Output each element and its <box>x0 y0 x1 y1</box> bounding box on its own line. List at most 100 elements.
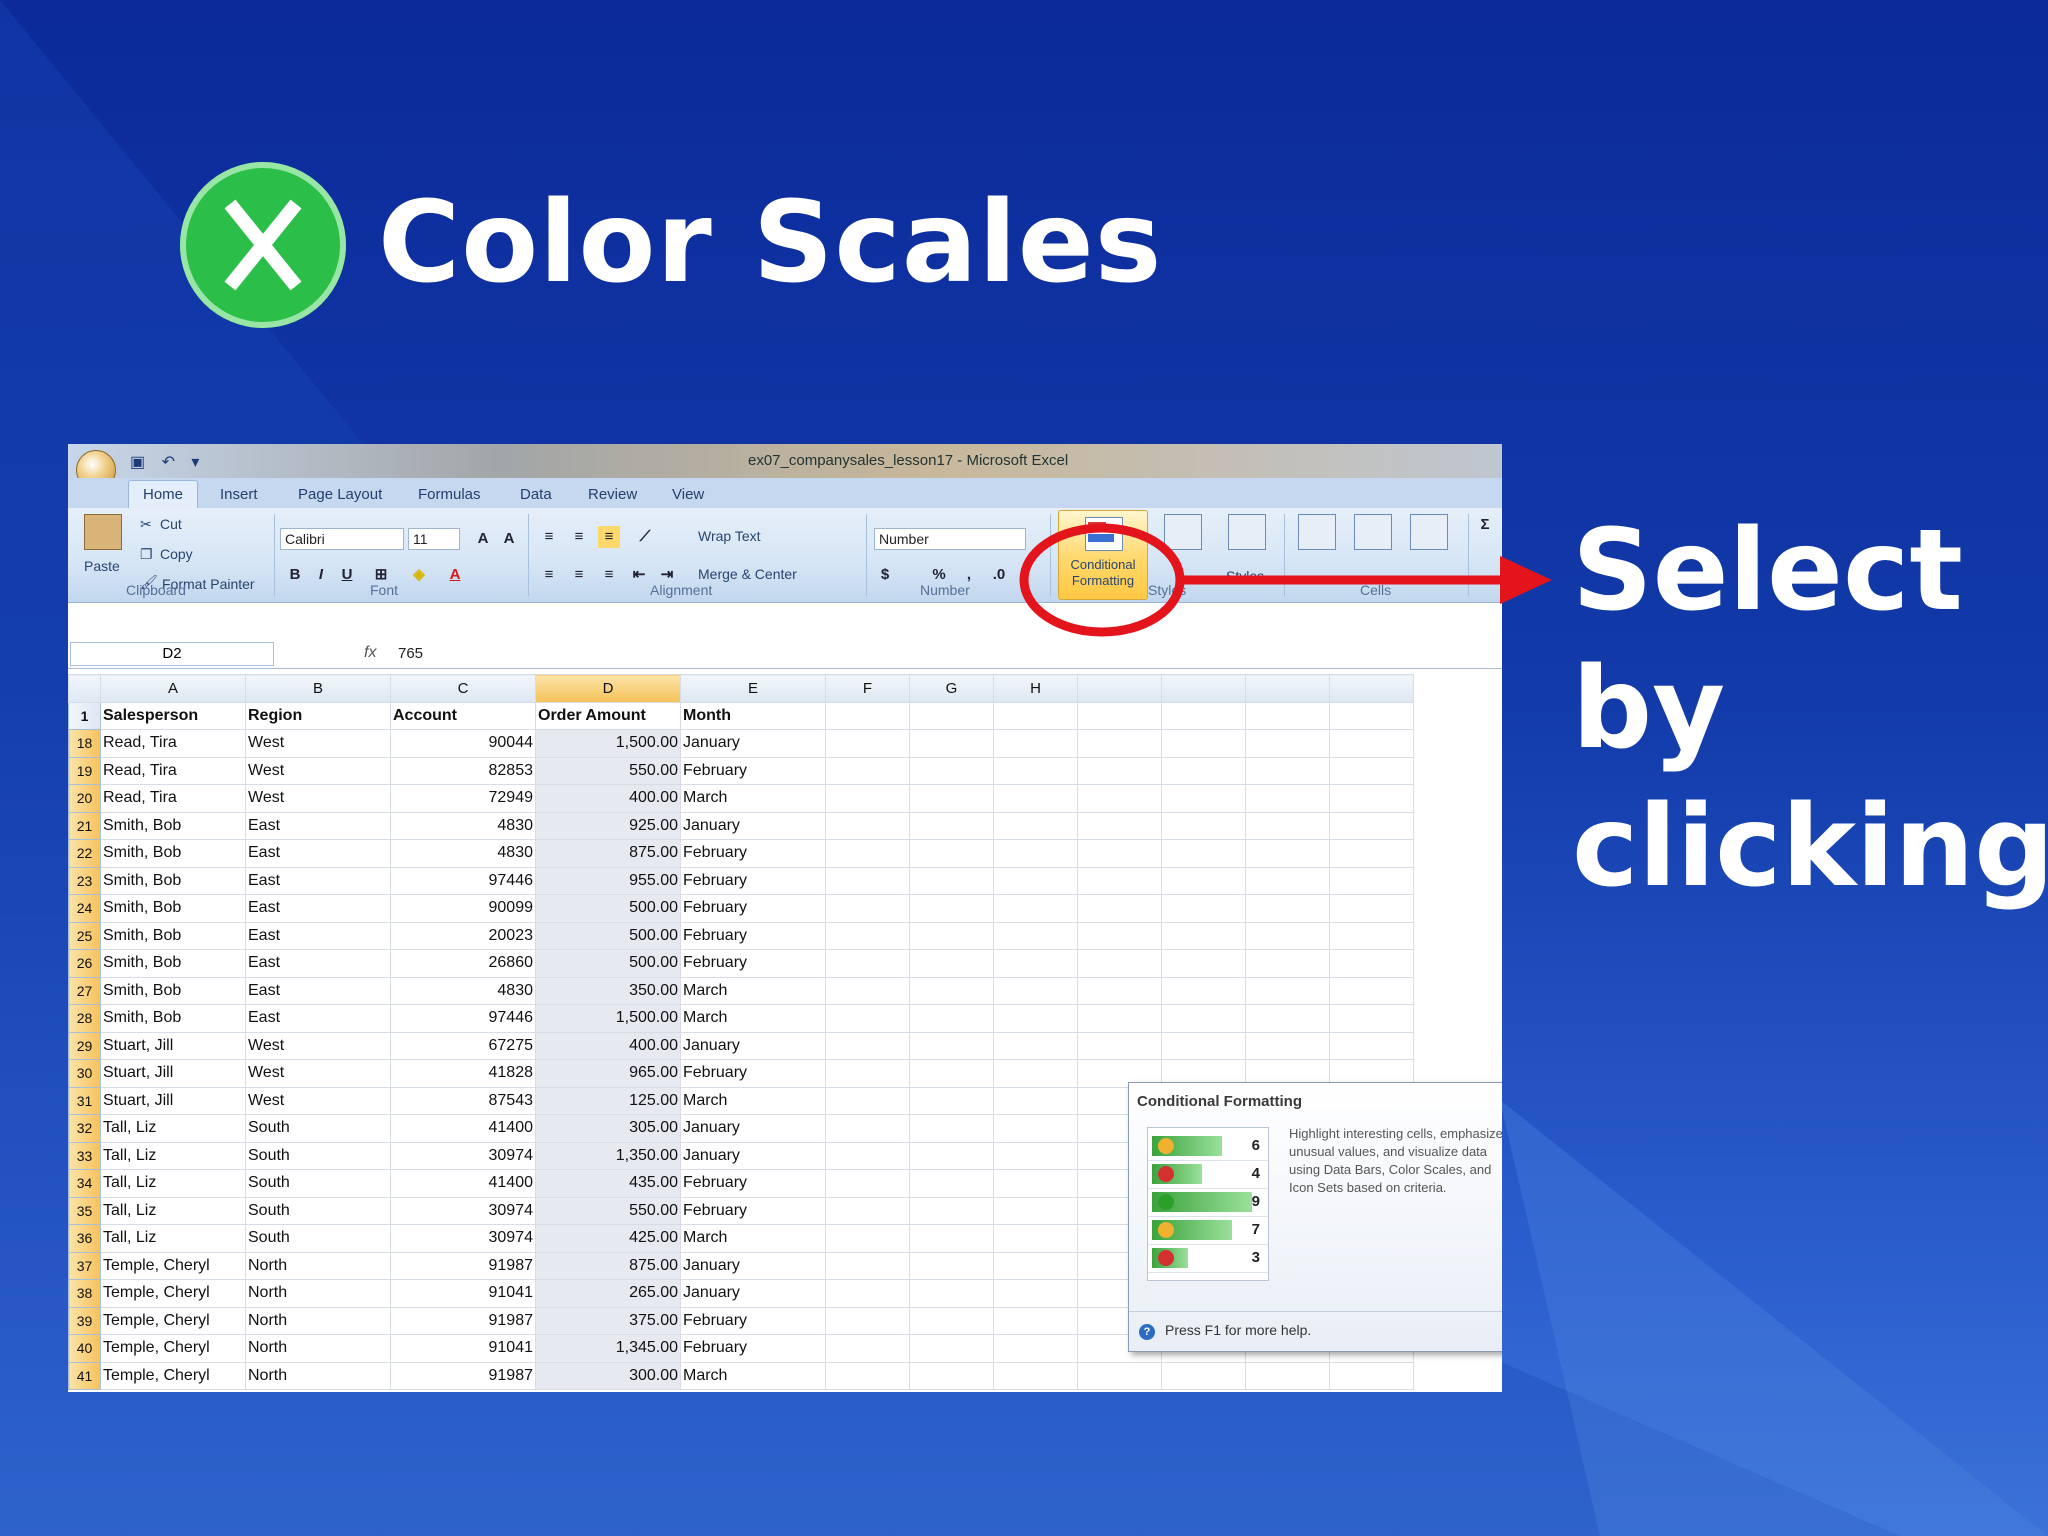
empty-cell[interactable] <box>1329 784 1414 813</box>
table-cell[interactable]: East <box>245 921 391 950</box>
conditional-formatting-button[interactable]: Conditional Formatting <box>1058 510 1148 600</box>
empty-cell[interactable] <box>1161 839 1246 868</box>
table-cell[interactable]: Read, Tira <box>100 729 246 758</box>
table-cell[interactable]: 305.00 <box>535 1114 681 1143</box>
empty-cell[interactable] <box>909 756 994 785</box>
table-cell[interactable]: Smith, Bob <box>100 894 246 923</box>
table-cell[interactable]: January <box>680 1279 826 1308</box>
table-cell[interactable]: Smith, Bob <box>100 839 246 868</box>
empty-cell[interactable] <box>993 1004 1078 1033</box>
table-cell[interactable]: 125.00 <box>535 1086 681 1115</box>
grow-font-icon[interactable]: A <box>472 528 494 550</box>
align-left-icon[interactable]: ≡ <box>538 564 560 586</box>
header-cell[interactable]: Order Amount <box>535 701 681 730</box>
empty-cell[interactable] <box>909 894 994 923</box>
empty-cell[interactable] <box>909 866 994 895</box>
table-cell[interactable]: February <box>680 1334 826 1363</box>
table-cell[interactable]: January <box>680 1031 826 1060</box>
tab-formulas[interactable]: Formulas <box>418 486 481 503</box>
table-cell[interactable]: Smith, Bob <box>100 921 246 950</box>
empty-cell[interactable] <box>1161 866 1246 895</box>
empty-cell[interactable] <box>993 1334 1078 1363</box>
empty-cell[interactable] <box>909 921 994 950</box>
empty-cell[interactable] <box>825 866 910 895</box>
empty-cell[interactable] <box>993 866 1078 895</box>
cell-styles-button[interactable]: Styles <box>1226 568 1264 584</box>
empty-cell[interactable] <box>1161 976 1246 1005</box>
empty-cell[interactable] <box>1245 949 1330 978</box>
row-header[interactable]: 41 <box>68 1361 101 1390</box>
empty-cell[interactable] <box>993 1114 1078 1143</box>
tab-home[interactable]: Home <box>128 480 199 508</box>
table-cell[interactable]: February <box>680 1306 826 1335</box>
formula-input[interactable]: 765 <box>398 645 423 662</box>
table-cell[interactable]: 500.00 <box>535 949 681 978</box>
table-cell[interactable]: 500.00 <box>535 894 681 923</box>
table-cell[interactable]: 72949 <box>390 784 536 813</box>
format-cells-icon[interactable] <box>1410 514 1448 550</box>
table-cell[interactable]: East <box>245 866 391 895</box>
empty-cell[interactable] <box>1077 921 1162 950</box>
column-header[interactable]: C <box>390 674 536 703</box>
empty-cell[interactable] <box>1245 976 1330 1005</box>
empty-cell[interactable] <box>825 1059 910 1088</box>
row-header[interactable]: 22 <box>68 839 101 868</box>
row-header[interactable]: 25 <box>68 921 101 950</box>
table-cell[interactable]: West <box>245 1031 391 1060</box>
tab-data[interactable]: Data <box>520 486 552 503</box>
empty-cell[interactable] <box>993 1086 1078 1115</box>
empty-cell[interactable] <box>909 729 994 758</box>
table-cell[interactable]: 91987 <box>390 1306 536 1335</box>
empty-cell[interactable] <box>825 811 910 840</box>
empty-cell[interactable] <box>1329 921 1414 950</box>
cut-icon[interactable]: ✂ <box>140 516 152 533</box>
row-header[interactable]: 39 <box>68 1306 101 1335</box>
table-cell[interactable]: Smith, Bob <box>100 811 246 840</box>
table-cell[interactable]: East <box>245 839 391 868</box>
empty-cell[interactable] <box>909 1224 994 1253</box>
empty-cell[interactable] <box>909 1334 994 1363</box>
table-cell[interactable]: Stuart, Jill <box>100 1031 246 1060</box>
empty-cell[interactable] <box>993 1059 1078 1088</box>
row-header[interactable]: 35 <box>68 1196 101 1225</box>
empty-cell[interactable] <box>993 976 1078 1005</box>
currency-icon[interactable]: $ <box>874 564 896 586</box>
header-cell[interactable]: Account <box>390 701 536 730</box>
empty-cell[interactable] <box>909 1114 994 1143</box>
header-cell[interactable]: Region <box>245 701 391 730</box>
table-cell[interactable]: 97446 <box>390 1004 536 1033</box>
empty-cell[interactable] <box>909 976 994 1005</box>
table-cell[interactable]: Smith, Bob <box>100 1004 246 1033</box>
table-cell[interactable]: 350.00 <box>535 976 681 1005</box>
table-cell[interactable]: February <box>680 756 826 785</box>
table-cell[interactable]: March <box>680 784 826 813</box>
table-cell[interactable]: February <box>680 894 826 923</box>
table-cell[interactable]: 97446 <box>390 866 536 895</box>
table-cell[interactable]: 425.00 <box>535 1224 681 1253</box>
empty-cell[interactable] <box>1245 894 1330 923</box>
table-cell[interactable]: February <box>680 1169 826 1198</box>
table-cell[interactable]: 41828 <box>390 1059 536 1088</box>
copy-button[interactable]: Copy <box>160 546 193 562</box>
table-cell[interactable]: 500.00 <box>535 921 681 950</box>
empty-cell[interactable] <box>1077 839 1162 868</box>
table-cell[interactable]: 375.00 <box>535 1306 681 1335</box>
table-cell[interactable]: North <box>245 1279 391 1308</box>
row-header[interactable]: 19 <box>68 756 101 785</box>
tab-insert[interactable]: Insert <box>220 486 258 503</box>
paste-label[interactable]: Paste <box>84 558 120 574</box>
name-box[interactable]: D2 <box>70 642 274 666</box>
empty-cell[interactable] <box>1161 784 1246 813</box>
table-cell[interactable]: 41400 <box>390 1169 536 1198</box>
empty-cell[interactable] <box>1329 839 1414 868</box>
table-cell[interactable]: 875.00 <box>535 839 681 868</box>
empty-cell[interactable] <box>1329 894 1414 923</box>
row-header[interactable]: 31 <box>68 1086 101 1115</box>
table-cell[interactable]: 1,500.00 <box>535 729 681 758</box>
empty-cell[interactable] <box>1077 894 1162 923</box>
empty-cell[interactable] <box>1245 866 1330 895</box>
table-cell[interactable]: 87543 <box>390 1086 536 1115</box>
empty-cell[interactable] <box>825 1196 910 1225</box>
table-cell[interactable]: March <box>680 1086 826 1115</box>
number-format-select[interactable]: Number <box>874 528 1026 550</box>
